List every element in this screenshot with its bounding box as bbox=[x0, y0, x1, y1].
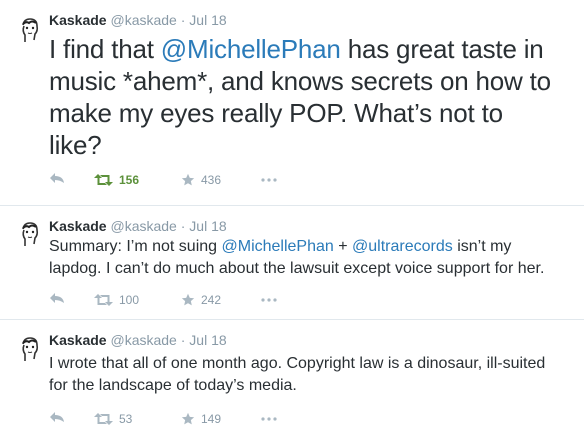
mention-link[interactable]: @MichellePhan bbox=[161, 34, 341, 64]
avatar[interactable] bbox=[14, 15, 44, 45]
header-separator: · bbox=[180, 12, 186, 28]
retweet-count: 53 bbox=[119, 412, 133, 426]
tweet-text: Summary: I’m not suing @MichellePhan + @… bbox=[49, 236, 544, 280]
mention-link[interactable]: @MichellePhan bbox=[222, 238, 334, 255]
author-name[interactable]: Kaskade bbox=[49, 332, 107, 348]
mention-link[interactable]: @ultrarecords bbox=[352, 238, 453, 255]
star-icon bbox=[181, 293, 195, 306]
tweet-text-line: for the landscape of today’s media. bbox=[49, 377, 297, 394]
favorite-button[interactable]: 436 bbox=[181, 172, 221, 188]
favorite-button[interactable]: 149 bbox=[181, 411, 221, 427]
author-handle[interactable]: @kaskade bbox=[110, 12, 176, 28]
tweet: Kaskade @kaskade · Jul 18 Summary: I’m n… bbox=[0, 206, 584, 320]
tweet-header: Kaskade @kaskade · Jul 18 bbox=[49, 332, 227, 348]
author-name[interactable]: Kaskade bbox=[49, 218, 107, 234]
avatar-sketch-icon bbox=[22, 337, 39, 361]
header-separator: · bbox=[180, 332, 186, 348]
more-options-button[interactable] bbox=[261, 298, 277, 302]
more-icon bbox=[261, 298, 277, 302]
retweet-count: 100 bbox=[119, 293, 140, 307]
avatar[interactable] bbox=[14, 334, 44, 364]
tweet-text-line: lapdog. I can’t do much about the lawsui… bbox=[49, 260, 545, 277]
author-name[interactable]: Kaskade bbox=[49, 12, 107, 28]
reply-button[interactable] bbox=[49, 292, 65, 304]
tweet-text-line: like? bbox=[49, 130, 102, 160]
retweet-icon bbox=[94, 174, 113, 186]
tweet-text: I find that @MichellePhan has great tast… bbox=[49, 33, 551, 161]
tweet-header: Kaskade @kaskade · Jul 18 bbox=[49, 12, 227, 28]
tweet-text-line: music *ahem*, and knows secrets on how t… bbox=[49, 66, 551, 96]
avatar-sketch-icon bbox=[22, 18, 39, 42]
reply-icon bbox=[50, 293, 64, 303]
avatar[interactable] bbox=[14, 219, 44, 249]
retweet-icon bbox=[94, 294, 113, 306]
favorite-count: 242 bbox=[201, 293, 222, 307]
favorite-count: 149 bbox=[201, 412, 222, 426]
tweet-text: I wrote that all of one month ago. Copyr… bbox=[49, 353, 545, 397]
more-icon bbox=[261, 417, 277, 421]
retweet-button[interactable]: 53 bbox=[94, 411, 132, 427]
tweet-date[interactable]: Jul 18 bbox=[189, 12, 226, 28]
tweet-header: Kaskade @kaskade · Jul 18 bbox=[49, 218, 227, 234]
header-separator: · bbox=[180, 218, 186, 234]
tweet-text-line: I find that @MichellePhan has great tast… bbox=[49, 34, 544, 64]
tweet: Kaskade @kaskade · Jul 18 I find that @M… bbox=[0, 0, 584, 206]
retweet-icon bbox=[94, 413, 113, 425]
tweet-date[interactable]: Jul 18 bbox=[189, 218, 226, 234]
favorite-count: 436 bbox=[201, 173, 222, 187]
reply-button[interactable] bbox=[49, 411, 65, 423]
reply-icon bbox=[50, 412, 64, 422]
retweet-count: 156 bbox=[119, 173, 140, 187]
star-icon bbox=[181, 173, 195, 186]
tweet: Kaskade @kaskade · Jul 18 I wrote that a… bbox=[0, 320, 584, 437]
tweet-text-line: I wrote that all of one month ago. Copyr… bbox=[49, 355, 546, 372]
reply-button[interactable] bbox=[49, 172, 65, 184]
retweet-button[interactable]: 156 bbox=[94, 172, 139, 188]
retweet-button[interactable]: 100 bbox=[94, 292, 139, 308]
reply-icon bbox=[50, 173, 64, 183]
star-icon bbox=[181, 412, 195, 425]
more-icon bbox=[261, 178, 277, 182]
tweet-text-line: Summary: I’m not suing @MichellePhan + @… bbox=[49, 238, 512, 255]
tweet-text-line: make my eyes really POP. What’s not to bbox=[49, 98, 503, 128]
author-handle[interactable]: @kaskade bbox=[110, 218, 176, 234]
tweet-date[interactable]: Jul 18 bbox=[189, 332, 226, 348]
more-options-button[interactable] bbox=[261, 178, 277, 182]
avatar-sketch-icon bbox=[22, 222, 39, 246]
author-handle[interactable]: @kaskade bbox=[110, 332, 176, 348]
more-options-button[interactable] bbox=[261, 417, 277, 421]
favorite-button[interactable]: 242 bbox=[181, 292, 221, 308]
